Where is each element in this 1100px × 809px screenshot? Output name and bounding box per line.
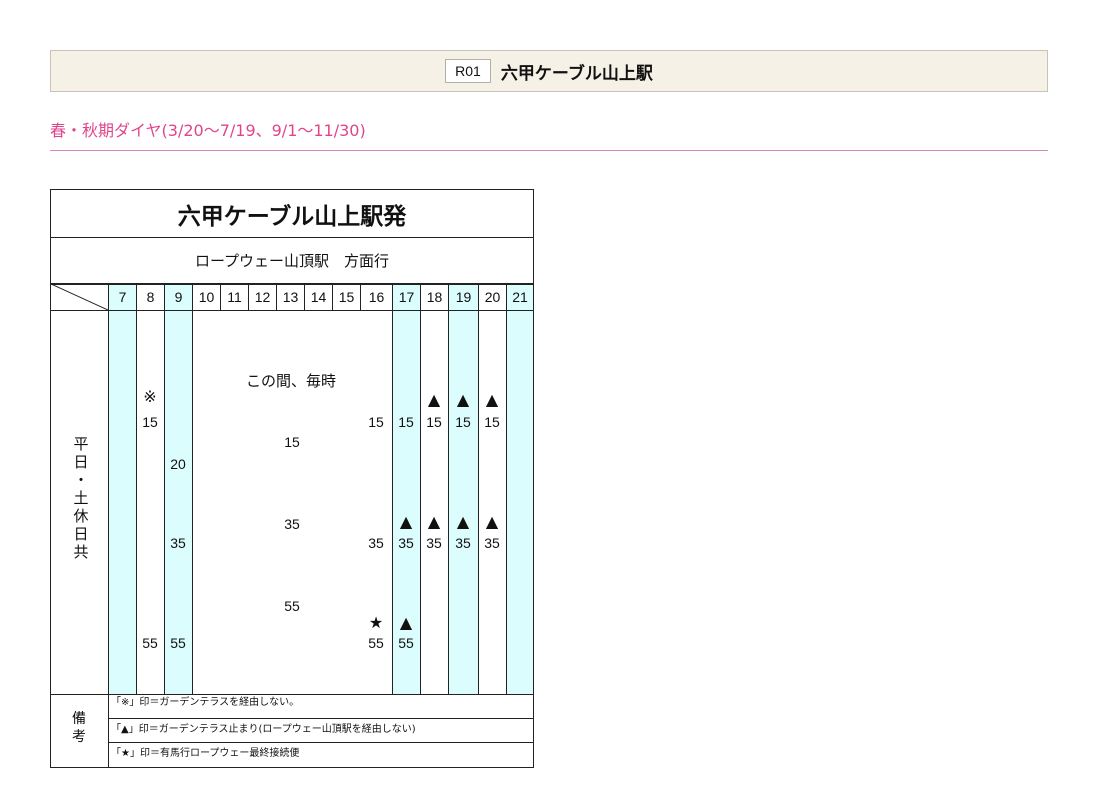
departure-mark: ▲ <box>485 390 499 409</box>
departure-mark: ▲ <box>485 512 499 531</box>
note-kome: 「※」印＝ガーデンテラスを経由しない。 <box>111 697 300 708</box>
hour-label: 13 <box>282 289 299 305</box>
hour-column-line <box>448 284 449 694</box>
departure-minute: 55 <box>170 635 186 651</box>
departure-mark: ▲ <box>399 613 413 632</box>
hour-label: 12 <box>254 289 271 305</box>
departure-minute: 15 <box>368 414 384 430</box>
hour-column-line <box>392 284 393 694</box>
hour-column-highlight <box>393 285 420 694</box>
departure-minute: 35 <box>455 535 471 551</box>
station-header: R01 六甲ケーブル山上駅 <box>50 50 1048 92</box>
departure-minute: 20 <box>170 456 186 472</box>
departure-minute: 35 <box>398 535 414 551</box>
hour-column-line <box>192 284 193 694</box>
departure-minute: 35 <box>484 535 500 551</box>
timetable-title: 六甲ケーブル山上駅発 <box>51 190 533 238</box>
season-label: 春・秋期ダイヤ(3/20〜7/19、9/1〜11/30) <box>50 121 1048 151</box>
hour-label: 15 <box>338 289 355 305</box>
every-hour-minute: 15 <box>284 434 300 450</box>
hour-label: 19 <box>455 289 472 305</box>
departure-minute: 55 <box>368 635 384 651</box>
hour-label: 16 <box>368 289 385 305</box>
note-triangle: 「▲」印＝ガーデンテラス止まり(ロープウェー山頂駅を経由しない) <box>111 724 416 735</box>
hour-column-highlight <box>507 285 533 694</box>
departure-minute: 15 <box>142 414 158 430</box>
departure-minute: 15 <box>455 414 471 430</box>
station-code-badge: R01 <box>445 59 491 83</box>
hour-label: 20 <box>484 289 501 305</box>
hour-label: 21 <box>512 289 528 305</box>
departure-minute: 35 <box>368 535 384 551</box>
hour-label: 11 <box>227 289 242 305</box>
hour-label: 7 <box>118 289 127 305</box>
label-column-line <box>108 284 109 767</box>
hour-label: 18 <box>426 289 443 305</box>
departure-mark: ▲ <box>427 390 441 409</box>
hour-column-line <box>136 284 137 694</box>
timetable: 7 8 9 10 11 12 13 14 15 16 17 18 19 20 21 15 ※ 55 20 35 55 15… <box>50 189 534 768</box>
hour-label: 8 <box>146 289 155 305</box>
departure-minute: 15 <box>398 414 414 430</box>
departure-mark: ※ <box>143 387 157 406</box>
hour-label: 9 <box>174 289 183 305</box>
hour-column-line <box>420 284 421 694</box>
departure-minute: 15 <box>426 414 442 430</box>
hour-label: 17 <box>398 289 415 305</box>
header-row-bottom-line <box>51 310 533 311</box>
notes-label: 備 考 <box>72 711 86 745</box>
departure-minute: 35 <box>426 535 442 551</box>
hour-column-line <box>164 284 165 694</box>
departure-minute: 15 <box>484 414 500 430</box>
departure-mark: ▲ <box>399 512 413 531</box>
hour-label: 10 <box>198 289 215 305</box>
station-name: 六甲ケーブル山上駅 <box>500 63 653 84</box>
day-type-label: 平 日 ・ 土 休 日 共 <box>73 435 89 561</box>
hour-column-highlight <box>165 285 192 694</box>
departure-mark: ▲ <box>427 512 441 531</box>
hour-column-highlight <box>449 285 478 694</box>
departure-mark: ▲ <box>456 512 470 531</box>
hour-column-highlight <box>109 285 136 694</box>
hour-label: 14 <box>310 289 327 305</box>
timetable-direction: ロープウェー山頂駅 方面行 <box>51 237 533 284</box>
departure-mark: ▲ <box>456 390 470 409</box>
hour-column-line <box>506 284 507 694</box>
hour-column-line <box>478 284 479 694</box>
corner-diagonal <box>51 284 108 310</box>
every-hour-minute: 35 <box>284 516 300 532</box>
departure-minute: 35 <box>170 535 186 551</box>
departure-minute: 55 <box>142 635 158 651</box>
every-hour-label: この間、毎時 <box>245 372 336 390</box>
every-hour-minute: 55 <box>284 598 300 614</box>
departure-minute: 55 <box>398 635 414 651</box>
note-star: 「★」印＝有馬行ロープウェー最終接続便 <box>111 748 300 759</box>
departure-mark: ★ <box>368 613 384 632</box>
